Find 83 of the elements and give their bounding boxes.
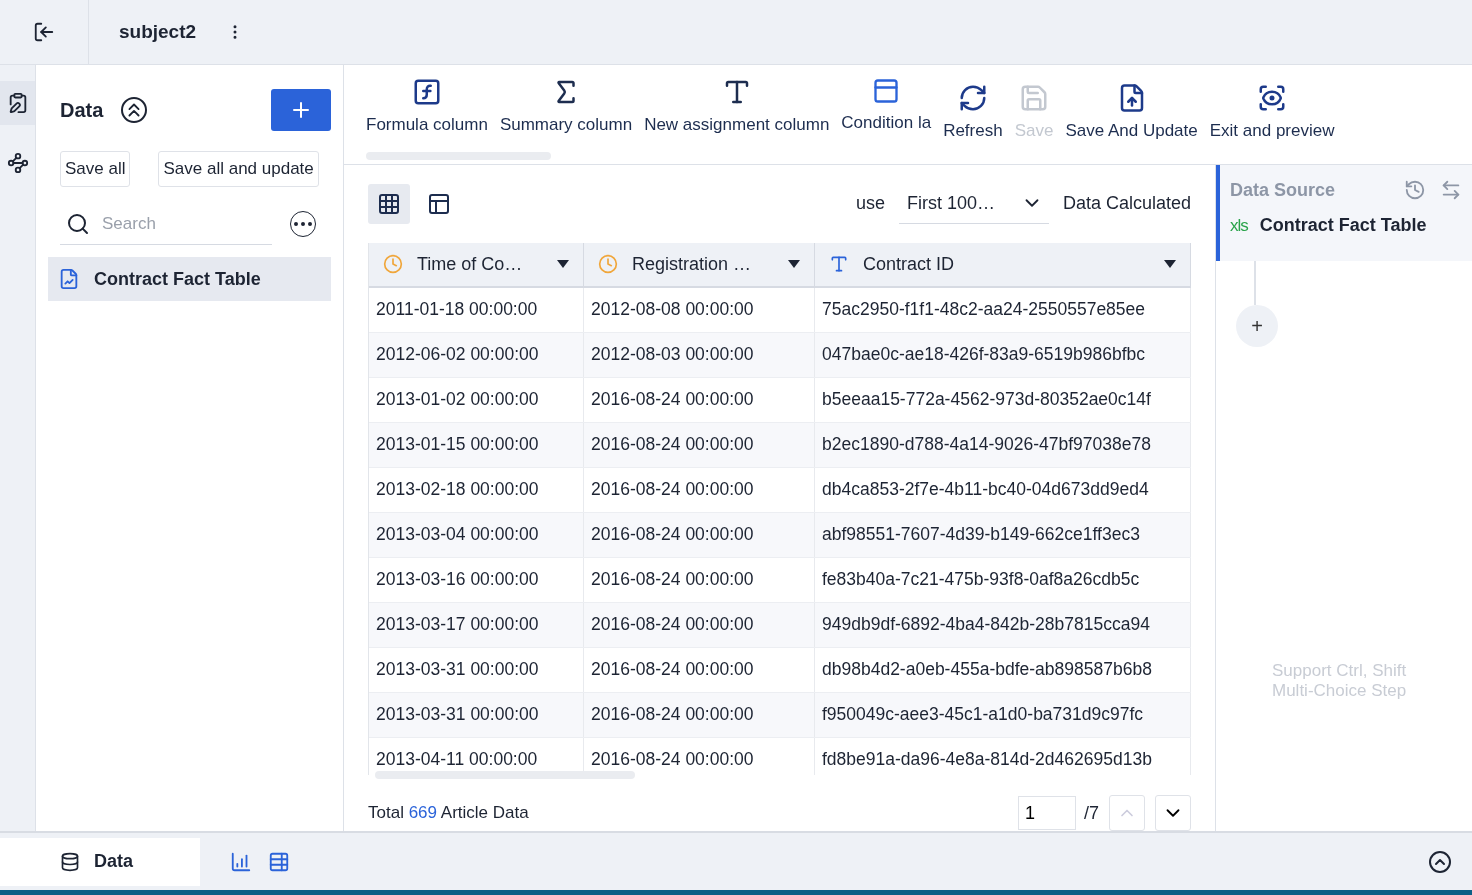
table-list-item[interactable]: Contract Fact Table (48, 257, 331, 301)
file-type-icon: xls (1230, 215, 1248, 236)
table-cell: 75ac2950-f1f1-48c2-aa24-2550557e85ee (815, 287, 1191, 332)
add-step-button[interactable]: + (1236, 305, 1278, 347)
text-type-icon (829, 254, 849, 274)
table-cell: 2016-08-24 00:00:00 (584, 377, 815, 422)
grid-icon (377, 191, 401, 216)
dropdown-caret-icon[interactable] (557, 260, 569, 268)
table-cell: db4ca853-2f7e-4b11-bc40-04d673dd9ed4 (815, 467, 1191, 512)
table-cell: 2012-08-08 00:00:00 (584, 287, 815, 332)
project-title: subject2 (119, 21, 197, 43)
database-icon (60, 851, 80, 872)
column-header[interactable]: Registration … (584, 242, 815, 286)
expand-icon[interactable] (1428, 849, 1452, 874)
table-cell: 2016-08-24 00:00:00 (584, 557, 815, 602)
table-cell: 2013-03-31 00:00:00 (369, 692, 584, 737)
table-cell: fe83b40a-7c21-475b-93f8-0af8a26cdb5c (815, 557, 1191, 602)
add-button[interactable] (271, 89, 331, 131)
table-cell: 2013-01-15 00:00:00 (369, 422, 584, 467)
table-cell: abf98551-7607-4d39-b149-662ce1ff3ec3 (815, 512, 1191, 557)
table-cell: 949db9df-6892-4ba4-842b-28b7815cca94 (815, 602, 1191, 647)
layout-icon (427, 191, 451, 216)
table-cell: db98b4d2-a0eb-455a-bdfe-ab898587b6b8 (815, 647, 1191, 692)
save-button[interactable]: Save all and update (158, 151, 319, 187)
search-icon (66, 211, 90, 236)
table-cell: 2012-06-02 00:00:00 (369, 332, 584, 377)
table-cell: b2ec1890-d788-4a14-9026-47bf97038e78 (815, 422, 1191, 467)
clock-icon (598, 254, 618, 274)
total-count-text: Total 669 Article Data (368, 803, 529, 823)
table-cell: 2013-03-31 00:00:00 (369, 647, 584, 692)
table-cell: 2016-08-24 00:00:00 (584, 692, 815, 737)
history-icon[interactable] (1404, 179, 1426, 201)
table-cell: 047bae0c-ae18-426f-83a9-6519b986bfbc (815, 332, 1191, 377)
panel-icon (872, 77, 901, 105)
page-count: /7 (1084, 802, 1099, 824)
flow-icon (6, 152, 29, 174)
view-toggle[interactable] (368, 183, 410, 224)
table-cell: fd8be91a-da96-4e8a-814d-2d462695d13b (815, 737, 1191, 776)
use-label: use (855, 193, 885, 215)
chart-add-icon (230, 850, 252, 873)
dropdown-caret-icon[interactable] (1164, 260, 1176, 268)
table-cell: 2013-03-17 00:00:00 (369, 602, 584, 647)
table-cell: 2016-08-24 00:00:00 (584, 602, 815, 647)
next-page-button[interactable] (1155, 795, 1191, 831)
table-cell: f950049c-aee3-45c1-a1d0-ba731d9c97fc (815, 692, 1191, 737)
swap-icon[interactable] (1440, 179, 1462, 201)
bottom-tab[interactable]: Data (0, 837, 200, 886)
toolbar-button[interactable]: Save And Update (1065, 65, 1198, 164)
chart-file-icon (58, 268, 80, 290)
dropdown-caret-icon[interactable] (788, 260, 800, 268)
rows-dropdown[interactable]: First 100… (898, 183, 1049, 224)
table-cell: b5eeaa15-772a-4562-973d-80352ae0c14f (815, 377, 1191, 422)
source-name: Contract Fact Table (1259, 215, 1427, 236)
toolbar-button[interactable]: Summary column (499, 65, 633, 164)
toolbar-button[interactable]: Condition la (841, 65, 932, 164)
exit-icon[interactable] (33, 21, 55, 43)
toolbar-button[interactable]: New assignment column (644, 65, 830, 164)
panel-title: Data (60, 98, 104, 122)
table-cell: 2013-02-18 00:00:00 (369, 467, 584, 512)
table-add-icon (268, 850, 290, 873)
calc-label: Data Calculated (1062, 193, 1191, 215)
table-cell: 2016-08-24 00:00:00 (584, 512, 815, 557)
save-button[interactable]: Save all (60, 151, 131, 187)
collapse-icon[interactable] (121, 97, 148, 123)
toolbar-button[interactable]: Refresh (943, 65, 1003, 164)
data-source-title: Data Source (1230, 179, 1336, 201)
toolbar-button[interactable]: Formula column (366, 65, 488, 164)
table-cell: 2011-01-18 00:00:00 (369, 287, 584, 332)
table-cell: 2012-08-03 00:00:00 (584, 332, 815, 377)
clock-icon (383, 254, 403, 274)
page-field[interactable]: 1 (1018, 796, 1076, 830)
table-cell: 2016-08-24 00:00:00 (584, 467, 815, 512)
table-cell: 2016-08-24 00:00:00 (584, 422, 815, 467)
column-header[interactable]: Contract ID (815, 242, 1191, 286)
search-field[interactable]: Search (60, 203, 272, 245)
eye-scan-icon (1257, 83, 1288, 113)
column-header[interactable]: Time of Co… (369, 242, 584, 286)
table-cell: 2013-03-16 00:00:00 (369, 557, 584, 602)
table-cell: 2013-01-02 00:00:00 (369, 377, 584, 422)
table-cell: 2013-03-04 00:00:00 (369, 512, 584, 557)
data-source-card[interactable]: Data Source xls Contract Fact Table (1216, 165, 1472, 261)
table-cell: 2016-08-24 00:00:00 (584, 647, 815, 692)
toolbar-button[interactable]: Exit and preview (1209, 65, 1335, 164)
